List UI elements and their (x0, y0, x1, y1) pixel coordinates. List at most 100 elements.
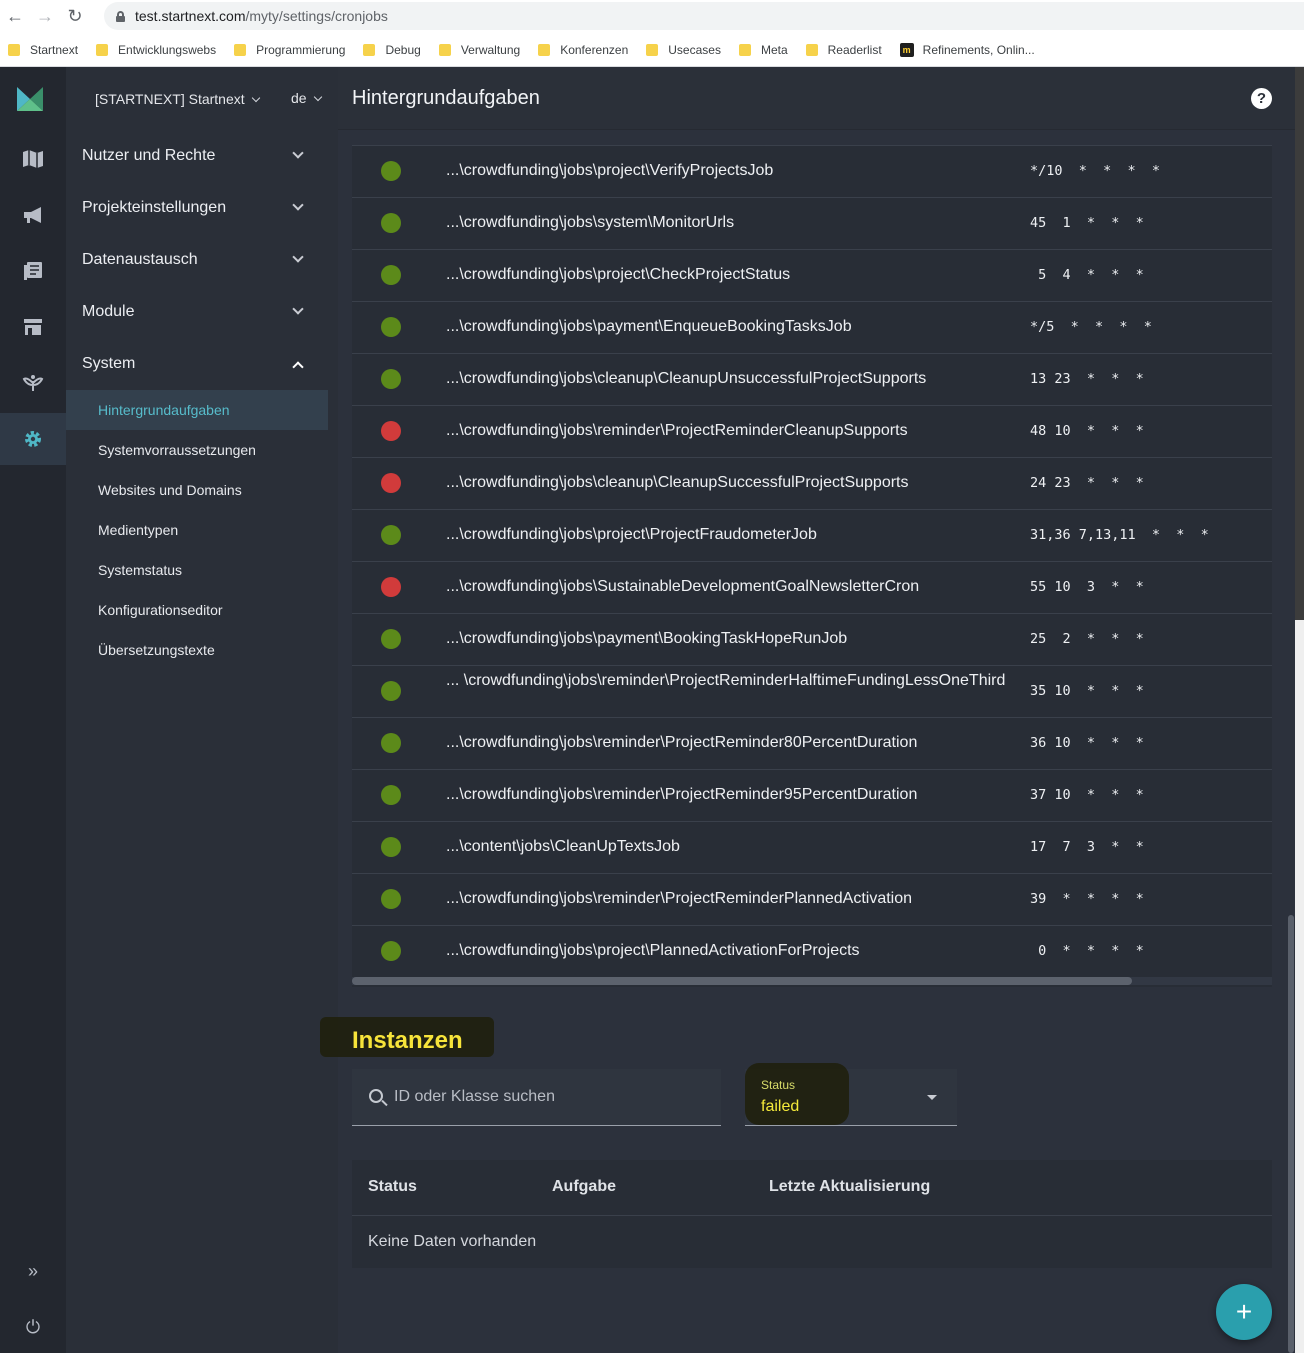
store-icon[interactable] (0, 301, 66, 353)
bookmark[interactable]: m Refinements, Onlin... (899, 42, 1035, 57)
news-icon[interactable] (0, 245, 66, 297)
sidebar-item-medientypen[interactable]: Medientypen (66, 510, 328, 550)
bookmark[interactable]: Meta (738, 43, 788, 57)
instances-title: Instanzen (352, 1027, 463, 1054)
job-cron-expression: 25 2 * * * (1030, 631, 1144, 647)
sidebar-section-nutzer[interactable]: Nutzer und Rechte (82, 130, 308, 182)
job-cron-expression: 55 10 3 * * (1030, 579, 1144, 595)
reload-icon[interactable]: ↻ (60, 6, 90, 27)
gear-icon[interactable] (0, 413, 66, 465)
status-ok-indicator (381, 161, 401, 181)
power-icon[interactable]: ⏻ (0, 1317, 66, 1338)
job-class: ... \crowdfunding\jobs\reminder\ProjectR… (446, 672, 1006, 689)
job-class: ...\crowdfunding\jobs\payment\BookingTas… (446, 630, 848, 647)
bookmarks-bar: Startnext Entwicklungswebs Programmierun… (0, 33, 1304, 67)
back-icon[interactable]: ← (0, 6, 30, 27)
search-placeholder: ID oder Klasse suchen (394, 1088, 555, 1105)
chevron-down-icon (313, 92, 322, 102)
job-class: ...\crowdfunding\jobs\SustainableDevelop… (446, 578, 920, 595)
add-button[interactable]: + (1216, 1284, 1272, 1340)
workspace-switcher[interactable]: [STARTNEXT] Startnext (95, 91, 260, 107)
status-ok-indicator (381, 213, 401, 233)
expand-icon[interactable]: » (0, 1261, 66, 1282)
column-header-letzte-aktualisierung[interactable]: Letzte Aktualisierung (769, 1178, 930, 1196)
job-row[interactable]: ...\crowdfunding\jobs\payment\EnqueueBoo… (352, 301, 1272, 353)
instance-search-input[interactable]: ID oder Klasse suchen (352, 1069, 721, 1126)
job-row[interactable]: ...\content\jobs\CleanUpTextsJob 17 7 3 *… (352, 821, 1272, 873)
bookmark[interactable]: Usecases (646, 43, 721, 57)
megaphone-icon[interactable] (0, 189, 66, 241)
sidebar-item-websites[interactable]: Websites und Domains (66, 470, 328, 510)
folder-icon (96, 43, 109, 56)
job-row[interactable]: ...\crowdfunding\jobs\project\PlannedAct… (352, 925, 1272, 977)
bookmark[interactable]: Entwicklungswebs (96, 43, 216, 57)
job-cron-expression: 17 7 3 * * (1030, 839, 1144, 855)
chevron-down-icon (292, 303, 304, 315)
bookmark[interactable]: Debug (363, 43, 421, 57)
help-icon[interactable]: ? (1251, 88, 1272, 109)
job-cron-expression: 39 * * * * (1030, 891, 1144, 907)
job-class: ...\crowdfunding\jobs\system\MonitorUrls (446, 214, 735, 231)
chevron-down-icon (292, 147, 304, 159)
job-row[interactable]: ...\crowdfunding\jobs\reminder\ProjectRe… (352, 873, 1272, 925)
sidebar-item-systemvorraussetzungen[interactable]: Systemvorraussetzungen (66, 430, 328, 470)
column-header-status[interactable]: Status (368, 1178, 417, 1196)
job-row[interactable]: ...\crowdfunding\jobs\project\ProjectFra… (352, 509, 1272, 561)
job-row[interactable]: ...\crowdfunding\jobs\reminder\ProjectRe… (352, 717, 1272, 769)
job-row[interactable]: ...\crowdfunding\jobs\reminder\ProjectRe… (352, 769, 1272, 821)
bookmark[interactable]: Verwaltung (438, 43, 520, 57)
bookmark[interactable]: Programmierung (234, 43, 345, 57)
map-icon[interactable] (0, 133, 66, 185)
status-ok-indicator (381, 837, 401, 857)
job-class: ...\crowdfunding\jobs\reminder\ProjectRe… (446, 890, 913, 907)
job-row[interactable]: ...\crowdfunding\jobs\system\MonitorUrls… (352, 197, 1272, 249)
job-row[interactable]: ...\crowdfunding\jobs\project\CheckProje… (352, 249, 1272, 301)
background-window-edge (1295, 620, 1304, 1353)
bookmark[interactable]: Startnext (8, 43, 78, 57)
job-class: ...\crowdfunding\jobs\reminder\ProjectRe… (446, 422, 908, 439)
folder-icon (738, 43, 751, 56)
sidebar-section-datenaustausch[interactable]: Datenaustausch (82, 234, 308, 286)
sidebar-section-system[interactable]: System (82, 338, 308, 390)
vertical-scrollbar[interactable] (1288, 915, 1294, 1353)
horizontal-scrollbar[interactable] (352, 977, 1272, 985)
plant-icon[interactable] (0, 357, 66, 409)
forward-icon[interactable]: → (30, 6, 60, 27)
sidebar-section-projekteinstellungen[interactable]: Projekteinstellungen (82, 182, 308, 234)
job-cron-expression: 5 4 * * * (1030, 267, 1144, 283)
sidebar-section-module[interactable]: Module (82, 286, 308, 338)
status-ok-indicator (381, 317, 401, 337)
job-class: ...\crowdfunding\jobs\reminder\ProjectRe… (446, 786, 918, 803)
bookmark[interactable]: Readerlist (805, 43, 882, 57)
folder-icon (538, 43, 551, 56)
status-ok-indicator (381, 265, 401, 285)
sidebar-item-systemstatus[interactable]: Systemstatus (66, 550, 328, 590)
job-row[interactable]: ...\crowdfunding\jobs\cleanup\CleanupUns… (352, 353, 1272, 405)
job-cron-expression: 48 10 * * * (1030, 423, 1144, 439)
job-row[interactable]: ...\crowdfunding\jobs\project\VerifyProj… (352, 145, 1272, 197)
job-row[interactable]: ...\crowdfunding\jobs\payment\BookingTas… (352, 613, 1272, 665)
folder-icon (234, 43, 247, 56)
status-ok-indicator (381, 889, 401, 909)
bookmark[interactable]: Konferenzen (538, 43, 628, 57)
language-switcher[interactable]: de (291, 90, 322, 106)
job-row[interactable]: ...\crowdfunding\jobs\reminder\ProjectRe… (352, 405, 1272, 457)
job-class: ...\crowdfunding\jobs\cleanup\CleanupSuc… (446, 474, 909, 491)
scrollbar-thumb[interactable] (352, 977, 1132, 985)
startnext-logo[interactable] (17, 87, 43, 111)
job-cron-expression: 0 * * * * (1030, 943, 1144, 959)
job-cron-expression: 31,36 7,13,11 * * * (1030, 527, 1209, 543)
url-host: test.startnext.com (135, 8, 246, 24)
sidebar-item-uebersetzungstexte[interactable]: Übersetzungstexte (66, 630, 328, 670)
status-select-label: Status (761, 1078, 796, 1092)
job-class: ...\crowdfunding\jobs\project\ProjectFra… (446, 526, 817, 543)
job-row[interactable]: ... \crowdfunding\jobs\reminder\ProjectR… (352, 665, 1272, 717)
column-header-aufgabe[interactable]: Aufgabe (552, 1178, 616, 1196)
address-bar[interactable]: test.startnext.com/myty/settings/cronjob… (104, 2, 1304, 30)
status-select[interactable]: Status failed (745, 1063, 957, 1126)
status-ok-indicator (381, 681, 401, 701)
job-row[interactable]: ...\crowdfunding\jobs\SustainableDevelop… (352, 561, 1272, 613)
sidebar-item-hintergrundaufgaben[interactable]: Hintergrundaufgaben (66, 390, 328, 430)
job-row[interactable]: ...\crowdfunding\jobs\cleanup\CleanupSuc… (352, 457, 1272, 509)
sidebar-item-konfigurationseditor[interactable]: Konfigurationseditor (66, 590, 328, 630)
